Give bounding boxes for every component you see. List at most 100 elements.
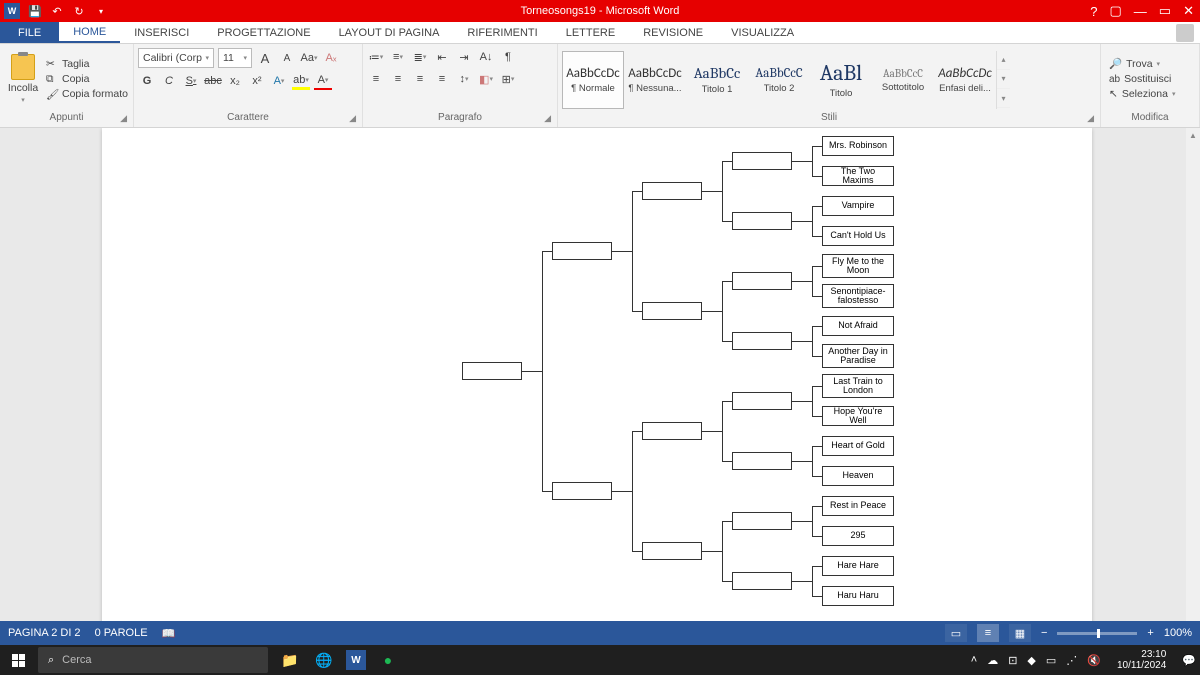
tab-inserisci[interactable]: INSERISCI (120, 22, 203, 43)
multilevel-button[interactable]: ≣▾ (411, 48, 429, 66)
zoom-in-button[interactable]: + (1147, 627, 1153, 639)
change-case-button[interactable]: Aa▾ (300, 49, 318, 67)
styles-scroll[interactable]: ▴▾▾ (996, 51, 1010, 109)
format-painter-button[interactable]: 🖌Copia formato (46, 88, 128, 100)
document-area[interactable]: Mrs. RobinsonThe Two MaximsVampireCan't … (0, 128, 1200, 621)
zoom-slider[interactable] (1057, 632, 1137, 635)
style-titolo1[interactable]: AaBbCcTitolo 1 (686, 51, 748, 109)
grow-font-button[interactable]: A (256, 49, 274, 67)
spotify-icon[interactable]: ● (376, 648, 400, 672)
page[interactable]: Mrs. RobinsonThe Two MaximsVampireCan't … (102, 128, 1092, 621)
justify-button[interactable]: ≡ (433, 70, 451, 88)
decrease-indent-button[interactable]: ⇤ (433, 48, 451, 66)
tray-icon[interactable]: ◆ (1027, 654, 1035, 667)
restore-button[interactable]: ▭ (1159, 3, 1171, 19)
clear-format-button[interactable]: Aₓ (322, 49, 340, 67)
align-center-button[interactable]: ≡ (389, 70, 407, 88)
numbering-button[interactable]: ≡▾ (389, 48, 407, 66)
highlight-button[interactable]: ab▾ (292, 72, 310, 90)
paste-button[interactable]: Incolla ▾ (4, 46, 42, 111)
shading-button[interactable]: ◧▾ (477, 70, 495, 88)
replace-button[interactable]: abSostituisci (1109, 73, 1191, 85)
copy-button[interactable]: ⧉Copia (46, 73, 128, 85)
italic-button[interactable]: C (160, 72, 178, 90)
dialog-launcher-icon[interactable]: ◢ (349, 113, 356, 124)
dialog-launcher-icon[interactable]: ◢ (544, 113, 551, 124)
tab-progettazione[interactable]: PROGETTAZIONE (203, 22, 324, 43)
onedrive-icon[interactable]: ☁ (987, 654, 998, 667)
wifi-icon[interactable]: ⋰ (1066, 654, 1077, 667)
tab-visualizza[interactable]: VISUALIZZA (717, 22, 808, 43)
underline-button[interactable]: S▾ (182, 72, 200, 90)
increase-indent-button[interactable]: ⇥ (455, 48, 473, 66)
start-button[interactable] (0, 645, 36, 675)
tab-riferimenti[interactable]: RIFERIMENTI (453, 22, 551, 43)
strikethrough-button[interactable]: abc (204, 72, 222, 90)
word-taskbar-icon[interactable]: W (346, 650, 366, 670)
help-button[interactable]: ? (1090, 4, 1097, 19)
page-indicator[interactable]: PAGINA 2 DI 2 (8, 627, 81, 639)
tab-revisione[interactable]: REVISIONE (629, 22, 717, 43)
volume-icon[interactable]: 🔇 (1087, 654, 1101, 667)
subscript-button[interactable]: x₂ (226, 72, 244, 90)
tab-home[interactable]: HOME (59, 22, 120, 43)
style-enfasi[interactable]: AaBbCcDcEnfasi deli... (934, 51, 996, 109)
sort-button[interactable]: A↓ (477, 48, 495, 66)
qat-customize-icon[interactable]: ▾ (94, 4, 108, 18)
bracket-connector (812, 386, 813, 416)
tab-file[interactable]: FILE (0, 22, 59, 43)
borders-button[interactable]: ⊞▾ (499, 70, 517, 88)
dialog-launcher-icon[interactable]: ◢ (1087, 113, 1094, 124)
spellcheck-icon[interactable]: 📖 (162, 627, 176, 640)
notifications-icon[interactable]: 💬 (1182, 654, 1196, 667)
line-spacing-button[interactable]: ↕▾ (455, 70, 473, 88)
select-button[interactable]: ↖Seleziona▾ (1109, 88, 1191, 100)
align-left-button[interactable]: ≡ (367, 70, 385, 88)
style-titolo[interactable]: AaBlTitolo (810, 51, 872, 109)
font-name-combo[interactable]: Calibri (Corp▾ (138, 48, 214, 68)
tab-layout[interactable]: LAYOUT DI PAGINA (325, 22, 454, 43)
print-layout-button[interactable]: ≡ (977, 624, 999, 642)
cut-button[interactable]: ✂Taglia (46, 58, 128, 70)
find-button[interactable]: 🔎Trova▾ (1109, 57, 1191, 70)
tray-icon[interactable]: ⊡ (1008, 654, 1017, 667)
clock[interactable]: 23:10 10/11/2024 (1111, 649, 1172, 671)
web-layout-button[interactable]: ▦ (1009, 624, 1031, 642)
ribbon-display-button[interactable]: ▢ (1110, 3, 1122, 19)
style-sottotitolo[interactable]: AaBbCcCSottotitolo (872, 51, 934, 109)
style-normale[interactable]: AaBbCcDc¶ Normale (562, 51, 624, 109)
redo-icon[interactable]: ↻ (72, 4, 86, 18)
dialog-launcher-icon[interactable]: ◢ (120, 113, 127, 124)
account-avatar[interactable] (1176, 24, 1194, 42)
read-mode-button[interactable]: ▭ (945, 624, 967, 642)
shrink-font-button[interactable]: A (278, 49, 296, 67)
bold-button[interactable]: G (138, 72, 156, 90)
vertical-scrollbar[interactable]: ▲ (1186, 128, 1200, 621)
file-explorer-icon[interactable]: 📁 (278, 648, 302, 672)
superscript-button[interactable]: x² (248, 72, 266, 90)
word-count[interactable]: 0 PAROLE (95, 627, 148, 639)
battery-icon[interactable]: ▭ (1046, 654, 1056, 667)
undo-icon[interactable]: ↶ (50, 4, 64, 18)
bracket-slot (642, 422, 702, 440)
minimize-button[interactable]: — (1134, 4, 1147, 19)
show-marks-button[interactable]: ¶ (499, 48, 517, 66)
align-right-button[interactable]: ≡ (411, 70, 429, 88)
close-button[interactable]: ✕ (1183, 3, 1194, 19)
taskbar-search[interactable]: ⌕ Cerca (38, 647, 268, 673)
text-effects-button[interactable]: A▾ (270, 72, 288, 90)
scroll-up-icon[interactable]: ▲ (1186, 128, 1200, 142)
bullets-button[interactable]: ≔▾ (367, 48, 385, 66)
font-color-button[interactable]: A▾ (314, 72, 332, 90)
status-bar: PAGINA 2 DI 2 0 PAROLE 📖 ▭ ≡ ▦ − + 100% (0, 621, 1200, 645)
font-size-combo[interactable]: 11▾ (218, 48, 252, 68)
tab-lettere[interactable]: LETTERE (552, 22, 630, 43)
chrome-icon[interactable]: 🌐 (312, 648, 336, 672)
save-icon[interactable]: 💾 (28, 4, 42, 18)
bracket-connector (812, 266, 822, 267)
style-titolo2[interactable]: AaBbCcCTitolo 2 (748, 51, 810, 109)
zoom-level[interactable]: 100% (1164, 627, 1192, 639)
style-nessuna[interactable]: AaBbCcDc¶ Nessuna... (624, 51, 686, 109)
tray-chevron-icon[interactable]: ˄ (971, 654, 977, 666)
zoom-out-button[interactable]: − (1041, 627, 1047, 639)
